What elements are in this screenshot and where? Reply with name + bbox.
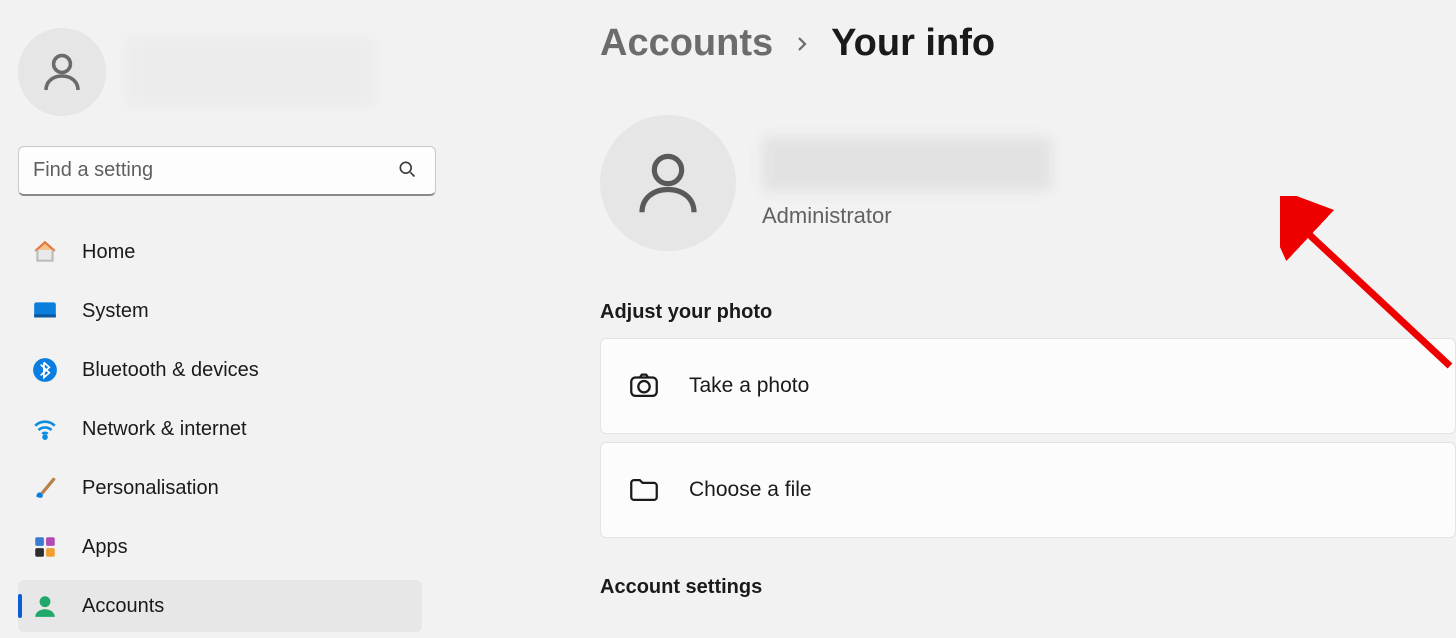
choose-file-button[interactable]: Choose a file bbox=[600, 442, 1456, 538]
main-content: Accounts Your info Administrator Adjust … bbox=[440, 0, 1456, 638]
user-role: Administrator bbox=[762, 203, 1052, 229]
sidebar: Home System Bluetooth & devices bbox=[0, 0, 440, 638]
user-info-block: Administrator bbox=[600, 115, 1456, 251]
search-icon bbox=[397, 159, 417, 179]
breadcrumb-parent[interactable]: Accounts bbox=[600, 22, 773, 65]
photo-section-header: Adjust your photo bbox=[600, 301, 1456, 324]
sidebar-item-label: Accounts bbox=[82, 595, 164, 618]
home-icon bbox=[30, 237, 60, 267]
sidebar-item-label: System bbox=[82, 300, 149, 323]
sidebar-item-personalisation[interactable]: Personalisation bbox=[18, 462, 422, 514]
chevron-right-icon bbox=[793, 28, 811, 60]
breadcrumb: Accounts Your info bbox=[600, 22, 1456, 65]
person-icon bbox=[629, 144, 707, 222]
sidebar-item-label: Home bbox=[82, 241, 135, 264]
accounts-icon bbox=[30, 591, 60, 621]
take-photo-button[interactable]: Take a photo bbox=[600, 338, 1456, 434]
bluetooth-icon bbox=[30, 355, 60, 385]
profile-username-redacted bbox=[762, 137, 1052, 191]
apps-icon bbox=[30, 532, 60, 562]
search-box[interactable] bbox=[18, 146, 436, 196]
paintbrush-icon bbox=[30, 473, 60, 503]
sidebar-item-bluetooth[interactable]: Bluetooth & devices bbox=[18, 344, 422, 396]
search-button[interactable] bbox=[393, 159, 421, 182]
profile-avatar bbox=[600, 115, 736, 251]
sidebar-item-label: Bluetooth & devices bbox=[82, 359, 259, 382]
user-text: Administrator bbox=[762, 137, 1052, 229]
wifi-icon bbox=[30, 414, 60, 444]
breadcrumb-current: Your info bbox=[831, 22, 995, 65]
sidebar-profile[interactable] bbox=[18, 28, 422, 116]
sidebar-item-apps[interactable]: Apps bbox=[18, 521, 422, 573]
sidebar-username-redacted bbox=[126, 37, 376, 107]
system-icon bbox=[30, 296, 60, 326]
sidebar-item-system[interactable]: System bbox=[18, 285, 422, 337]
sidebar-item-accounts[interactable]: Accounts bbox=[18, 580, 422, 632]
sidebar-item-home[interactable]: Home bbox=[18, 226, 422, 278]
camera-icon bbox=[627, 369, 661, 403]
sidebar-nav: Home System Bluetooth & devices bbox=[18, 226, 422, 632]
sidebar-item-label: Personalisation bbox=[82, 477, 219, 500]
account-settings-header: Account settings bbox=[600, 576, 1456, 599]
sidebar-item-network[interactable]: Network & internet bbox=[18, 403, 422, 455]
card-label: Take a photo bbox=[689, 374, 809, 398]
sidebar-item-label: Apps bbox=[82, 536, 128, 559]
person-icon bbox=[38, 48, 86, 96]
card-label: Choose a file bbox=[689, 478, 812, 502]
sidebar-item-label: Network & internet bbox=[82, 418, 247, 441]
folder-icon bbox=[627, 473, 661, 507]
search-input[interactable] bbox=[33, 159, 393, 182]
sidebar-avatar bbox=[18, 28, 106, 116]
